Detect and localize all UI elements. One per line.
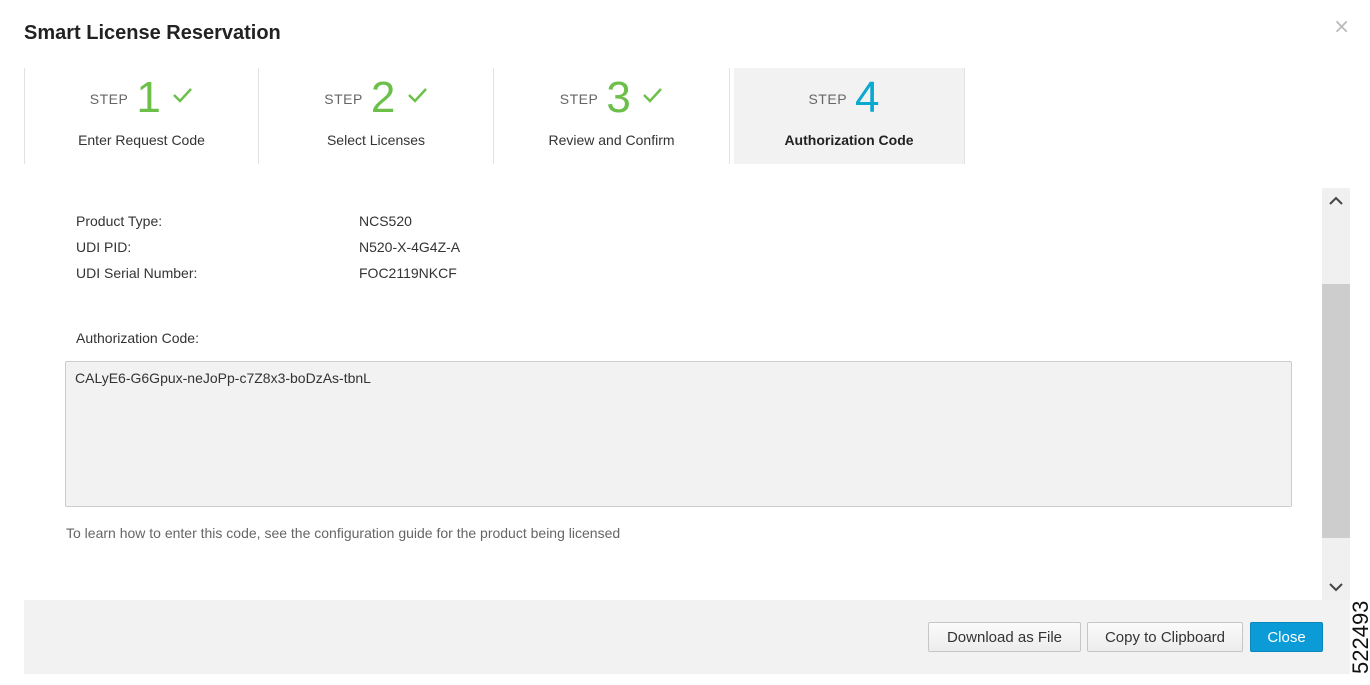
step-number: 4 [855, 73, 880, 122]
detail-row: Product Type: NCS520 [76, 213, 412, 229]
step-word: STEP [324, 91, 363, 107]
step-number: 3 [606, 73, 631, 122]
check-icon [173, 88, 193, 103]
step-label: Enter Request Code [78, 132, 205, 148]
step-word: STEP [89, 91, 129, 107]
close-icon[interactable]: × [1333, 14, 1350, 38]
dialog-title: Smart License Reservation [24, 22, 281, 44]
wizard-steps: STEP 1 Enter Request Code STEP 2 Select Li… [24, 68, 966, 164]
detail-row: UDI PID: N520-X-4G4Z-A [76, 239, 460, 255]
vertical-scrollbar[interactable] [1322, 188, 1350, 600]
check-icon [407, 88, 427, 103]
copy-to-clipboard-button[interactable]: Copy to Clipboard [1087, 622, 1243, 652]
step-number: 2 [370, 73, 396, 122]
authorization-code-label: Authorization Code: [76, 330, 199, 346]
detail-value: N520-X-4G4Z-A [359, 239, 461, 255]
step-4[interactable]: STEP 4 Authorization Code [734, 68, 965, 164]
step-word: STEP [559, 91, 599, 107]
detail-label: Product Type: [76, 213, 163, 229]
figure-id: 522493 [1348, 600, 1370, 674]
detail-label: UDI Serial Number: [76, 265, 198, 281]
step-number: 1 [136, 73, 161, 122]
dialog-content: Product Instance Details Product Type: N… [0, 164, 1320, 600]
authorization-code-field[interactable]: CALyE6-G6Gpux-neJoPp-c7Z8x3-boDzAs-tbnL [65, 361, 1292, 507]
step-word: STEP [808, 91, 848, 107]
download-as-file-button[interactable]: Download as File [928, 622, 1081, 652]
detail-label: UDI PID: [76, 239, 132, 255]
close-button[interactable]: Close [1250, 622, 1323, 652]
chevron-up-icon[interactable] [1322, 188, 1350, 214]
detail-row: UDI Serial Number: FOC2119NKCF [76, 265, 457, 281]
chevron-down-icon[interactable] [1322, 574, 1350, 600]
dialog-footer: Download as File Copy to Clipboard Close [24, 600, 1350, 674]
step-3[interactable]: STEP 3 Review and Confirm [494, 68, 730, 164]
check-icon [643, 88, 663, 103]
scroll-thumb[interactable] [1322, 284, 1350, 538]
step-2[interactable]: STEP 2 Select Licenses [259, 68, 494, 164]
step-label: Review and Confirm [548, 132, 675, 148]
detail-value: NCS520 [359, 213, 412, 229]
step-1[interactable]: STEP 1 Enter Request Code [24, 68, 259, 164]
detail-value: FOC2119NKCF [359, 265, 457, 281]
help-text: To learn how to enter this code, see the… [66, 525, 621, 541]
step-label: Authorization Code [784, 132, 914, 148]
step-label: Select Licenses [326, 132, 426, 148]
